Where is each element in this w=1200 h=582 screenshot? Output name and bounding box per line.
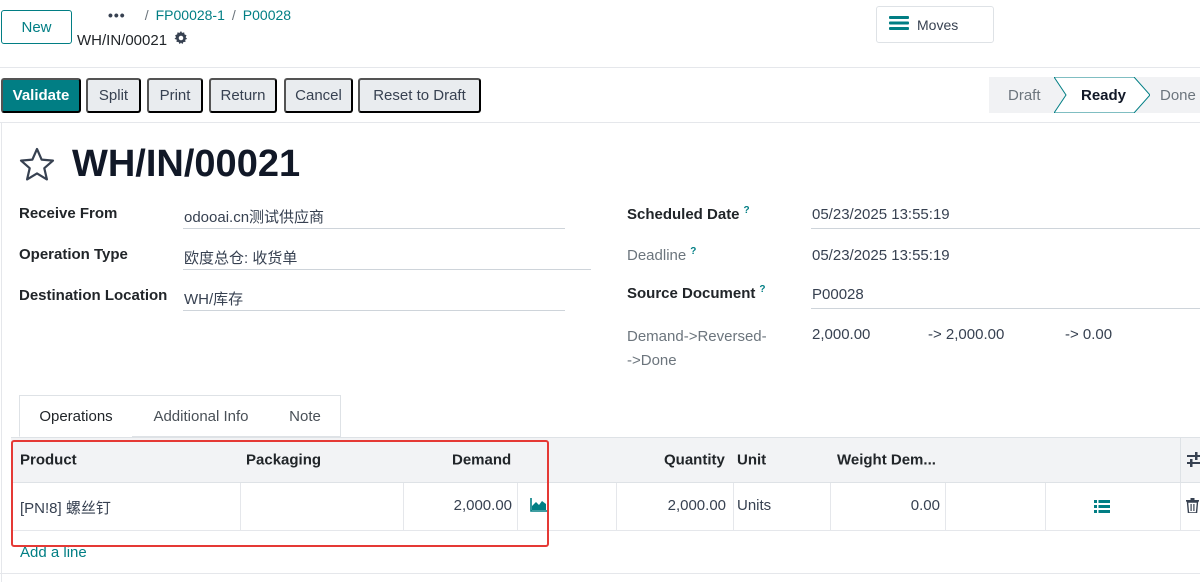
deadline-label: Deadline? [627, 246, 697, 264]
column-header-packaging[interactable]: Packaging [246, 452, 321, 469]
breadcrumb-item-fp[interactable]: FP00028-1 [156, 7, 225, 23]
gear-icon[interactable] [174, 31, 188, 49]
add-line-link[interactable]: Add a line [20, 544, 87, 561]
validate-button[interactable]: Validate [1, 78, 81, 113]
cell-demand[interactable]: 2,000.00 [403, 497, 512, 514]
star-icon[interactable] [19, 147, 55, 186]
tab-note[interactable]: Note [270, 395, 341, 437]
column-header-quantity[interactable]: Quantity [664, 452, 725, 469]
breadcrumb-item-po[interactable]: P00028 [243, 7, 291, 23]
column-separator [1180, 437, 1181, 483]
breadcrumb-separator: / [231, 7, 236, 23]
trash-icon[interactable] [1186, 498, 1199, 518]
operation-type-label: Operation Type [19, 246, 128, 263]
table-row[interactable] [11, 483, 1200, 530]
receive-from-label: Receive From [19, 205, 118, 222]
scheduled-date-field[interactable]: 05/23/2025 13:55:19 [812, 206, 950, 223]
split-button[interactable]: Split [86, 78, 141, 113]
cell-unit[interactable]: Units [737, 497, 771, 514]
column-header-demand[interactable]: Demand [452, 452, 511, 469]
current-record-name: WH/IN/00021 [77, 31, 188, 49]
column-settings-icon[interactable] [1187, 452, 1200, 473]
field-underline [811, 228, 1200, 229]
demand-reversed-done-label: Demand->Reversed- ->Done [627, 328, 767, 369]
operation-type-field[interactable]: 欧度总仓: 收货单 [184, 247, 297, 268]
record-title: WH/IN/00021 [72, 143, 301, 185]
cell-separator [1180, 483, 1181, 530]
new-button[interactable]: New [1, 10, 72, 44]
return-button[interactable]: Return [209, 78, 277, 113]
divider [0, 67, 1200, 68]
cell-separator [945, 483, 946, 530]
reversed-value: -> 2,000.00 [928, 326, 1005, 343]
destination-location-label: Destination Location [19, 287, 168, 304]
field-underline [183, 269, 591, 270]
stage-draft[interactable]: Draft [1008, 77, 1041, 113]
cell-product[interactable]: [PN!8] 螺丝钉 [20, 497, 111, 518]
divider [0, 573, 1200, 574]
breadcrumb-more-button[interactable]: ••• [108, 7, 126, 23]
scheduled-date-label: Scheduled Date? [627, 205, 750, 223]
moves-label: Moves [917, 16, 959, 33]
divider [0, 122, 1200, 123]
forecast-chart-icon[interactable] [530, 498, 547, 517]
column-header-product[interactable]: Product [20, 452, 77, 469]
cell-separator [733, 483, 734, 530]
receive-from-field[interactable]: odooai.cn测试供应商 [184, 206, 324, 227]
status-bar: Draft Ready Done [989, 77, 1200, 113]
tab-additional-info[interactable]: Additional Info [132, 395, 271, 437]
cell-separator [240, 483, 241, 530]
stage-ready[interactable]: Ready [1081, 77, 1126, 113]
cell-separator [517, 483, 518, 530]
field-underline [183, 228, 565, 229]
details-list-icon[interactable] [1094, 500, 1110, 518]
column-header-unit[interactable]: Unit [737, 452, 766, 469]
source-document-field[interactable]: P00028 [812, 286, 864, 303]
record-name: WH/IN/00021 [77, 31, 168, 49]
destination-location-field[interactable]: WH/库存 [184, 288, 243, 309]
sheet-border [1, 123, 2, 582]
list-icon [889, 15, 909, 34]
print-button[interactable]: Print [147, 78, 203, 113]
tab-operations[interactable]: Operations [19, 395, 133, 437]
cell-weight-demand: 0.00 [910, 497, 940, 514]
breadcrumb-separator: / [144, 7, 149, 23]
breadcrumb: ••• / FP00028-1 / P00028 [108, 7, 291, 23]
field-underline [811, 308, 1200, 309]
moves-smart-button[interactable]: Moves [876, 6, 994, 43]
source-document-label: Source Document? [627, 284, 766, 302]
stage-done[interactable]: Done [1160, 77, 1196, 113]
demand-value: 2,000.00 [812, 326, 871, 343]
help-icon[interactable]: ? [744, 205, 750, 216]
table-header [11, 437, 1200, 483]
help-icon[interactable]: ? [690, 246, 696, 257]
help-icon[interactable]: ? [759, 284, 765, 295]
row-divider [11, 530, 1200, 531]
reset-to-draft-button[interactable]: Reset to Draft [358, 78, 481, 113]
done-value: -> 0.00 [1065, 326, 1113, 343]
column-header-weight-demand[interactable]: Weight Dem... [837, 452, 936, 469]
deadline-field: 05/23/2025 13:55:19 [812, 247, 950, 264]
cell-separator [1045, 483, 1046, 530]
cell-quantity[interactable]: 2,000.00 [616, 497, 726, 514]
field-underline [183, 310, 565, 311]
cancel-button[interactable]: Cancel [284, 78, 353, 113]
